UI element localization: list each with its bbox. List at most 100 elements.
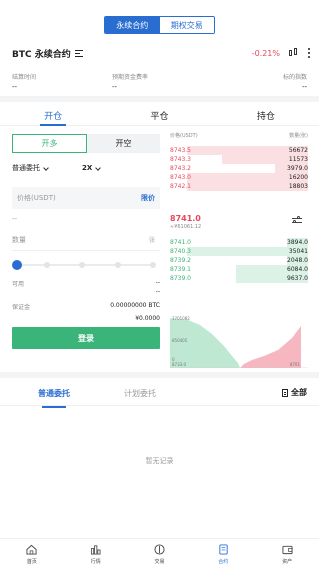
pair-name[interactable]: BTC 永续合约 [12, 47, 71, 60]
order-type-select[interactable]: 普通委托 [12, 163, 49, 173]
tab-plan-orders[interactable]: 计划委托 [124, 388, 156, 399]
depth-settings-icon[interactable] [292, 216, 302, 224]
bid-depth-area [170, 318, 240, 368]
ask-quantity: 18803 [288, 183, 308, 190]
ask-price: 8743.0 [170, 174, 191, 181]
all-orders-button[interactable]: 全部 [282, 387, 307, 398]
ask-price: 8743.2 [170, 165, 191, 172]
ask-quantity: 11573 [288, 156, 308, 163]
ask-row[interactable]: 8743.0 16200 [170, 173, 308, 182]
slider-step-75[interactable] [115, 262, 121, 268]
slider-step-25[interactable] [44, 262, 50, 268]
main-tabs: 开仓 平仓 持仓 [0, 106, 319, 126]
nav-trade[interactable]: 交易 [128, 539, 192, 570]
index-value: -- [301, 83, 307, 91]
settle-time-label: 结算时间 [12, 74, 37, 81]
available-value-secondary: -- [155, 288, 160, 295]
settle-time-value: -- [12, 83, 18, 91]
document-icon [282, 388, 288, 397]
last-price-cny: ≈¥61061.12 [170, 224, 202, 230]
open-long-button[interactable]: 开多 [12, 134, 87, 153]
bid-quantity: 6084.0 [287, 266, 308, 273]
ask-price: 8743.3 [170, 156, 191, 163]
tab-open-position[interactable]: 开仓 [0, 106, 106, 126]
margin-label: 保证金 [12, 304, 31, 311]
bid-quantity: 9637.0 [287, 275, 308, 282]
margin-value-cny: ¥0.0000 [135, 315, 160, 322]
order-type-label: 普通委托 [12, 164, 40, 172]
wallet-icon [282, 545, 293, 555]
quantity-input[interactable]: 数量 张 [12, 229, 160, 251]
depth-chart: 1701082 850405 0 8733.0 8701 [170, 316, 308, 368]
tab-normal-orders[interactable]: 普通委托 [38, 388, 70, 408]
nav-home[interactable]: 首页 [0, 539, 64, 570]
slider-step-50[interactable] [79, 262, 85, 268]
tab-holdings[interactable]: 持仓 [213, 106, 319, 125]
quantity-slider[interactable] [12, 260, 160, 270]
info-values: -- -- -- [12, 83, 307, 91]
menu-icon[interactable] [74, 49, 83, 57]
tab-options-trading[interactable]: 期权交易 [159, 17, 214, 33]
tab-close-position[interactable]: 平仓 [106, 106, 212, 125]
bid-row[interactable]: 8739.2 2048.0 [170, 256, 308, 265]
slider-handle[interactable] [12, 260, 22, 270]
ask-row[interactable]: 8742.1 18803 [170, 182, 308, 191]
candlestick-chart-icon[interactable] [289, 48, 299, 58]
empty-state: 暂无记录 [145, 457, 174, 465]
ask-quantity: 56672 [288, 147, 308, 154]
order-book-header: 价格(USDT) 数量(张) [170, 132, 308, 139]
nav-label: 首页 [26, 559, 37, 565]
chevron-down-icon [95, 165, 102, 171]
bid-row[interactable]: 8741.0 3894.0 [170, 238, 308, 247]
contract-icon [219, 544, 228, 555]
bid-price: 8741.0 [170, 239, 191, 246]
login-button[interactable]: 登录 [12, 327, 160, 349]
leverage-label: 2X [82, 164, 93, 172]
home-icon [26, 544, 37, 555]
more-options-icon[interactable] [308, 48, 311, 58]
info-labels: 结算时间 预期资金费率 标的指数 [12, 72, 307, 81]
top-segment-control: 永续合约 期权交易 [104, 16, 215, 34]
price-placeholder: 价格(USDT) [17, 194, 56, 202]
quantity-placeholder: 数量 [12, 235, 26, 244]
nav-label: 交易 [154, 559, 165, 565]
bid-quantity: 2048.0 [287, 257, 308, 264]
ask-row[interactable]: 8743.5 56672 [170, 146, 308, 155]
direction-selector: 开多 开空 [12, 134, 160, 153]
available-row: 可用 -- [12, 279, 160, 288]
price-input[interactable]: 价格(USDT) 限价 [12, 187, 160, 209]
order-tabs: 普通委托 计划委托 全部 [0, 378, 319, 408]
chevron-down-icon [43, 165, 49, 171]
nav-market[interactable]: 行情 [64, 539, 128, 570]
bid-row[interactable]: 8739.0 9637.0 [170, 274, 308, 283]
depth-x-left: 8733.0 [172, 362, 186, 367]
price-column-header: 价格(USDT) [170, 133, 198, 139]
ask-row[interactable]: 8743.3 11573 [170, 155, 308, 164]
all-orders-label: 全部 [291, 388, 307, 397]
bid-price: 8739.0 [170, 275, 191, 282]
bid-price: 8739.1 [170, 266, 191, 273]
bid-row[interactable]: 8739.1 6084.0 [170, 265, 308, 274]
bottom-nav: 首页 行情 交易 合约 资产 [0, 538, 319, 570]
slider-track [16, 264, 156, 266]
bid-row[interactable]: 8740.3 35041 [170, 247, 308, 256]
nav-contract[interactable]: 合约 [191, 539, 255, 570]
bid-price: 8739.2 [170, 257, 191, 264]
depth-x-right: 8701 [289, 362, 300, 367]
slider-step-100[interactable] [150, 262, 156, 268]
quantity-column-header: 数量(张) [289, 133, 308, 139]
funding-rate-label: 预期资金费率 [112, 74, 149, 81]
open-short-button[interactable]: 开空 [87, 134, 160, 153]
funding-rate-value: -- [112, 83, 118, 91]
tab-perpetual-contract[interactable]: 永续合约 [105, 17, 160, 33]
ask-row[interactable]: 8743.2 3979.0 [170, 164, 308, 173]
depth-y-mid: 850405 [172, 338, 188, 343]
nav-assets[interactable]: 资产 [255, 539, 319, 570]
nav-label: 行情 [90, 559, 101, 565]
margin-value: 0.00000000 BTC [110, 302, 160, 309]
limit-price-toggle[interactable]: 限价 [141, 193, 155, 203]
depth-chart-svg [170, 318, 308, 368]
nav-label: 资产 [282, 559, 293, 565]
leverage-select[interactable]: 2X [82, 164, 102, 172]
order-options-row: 普通委托 2X [12, 163, 160, 173]
